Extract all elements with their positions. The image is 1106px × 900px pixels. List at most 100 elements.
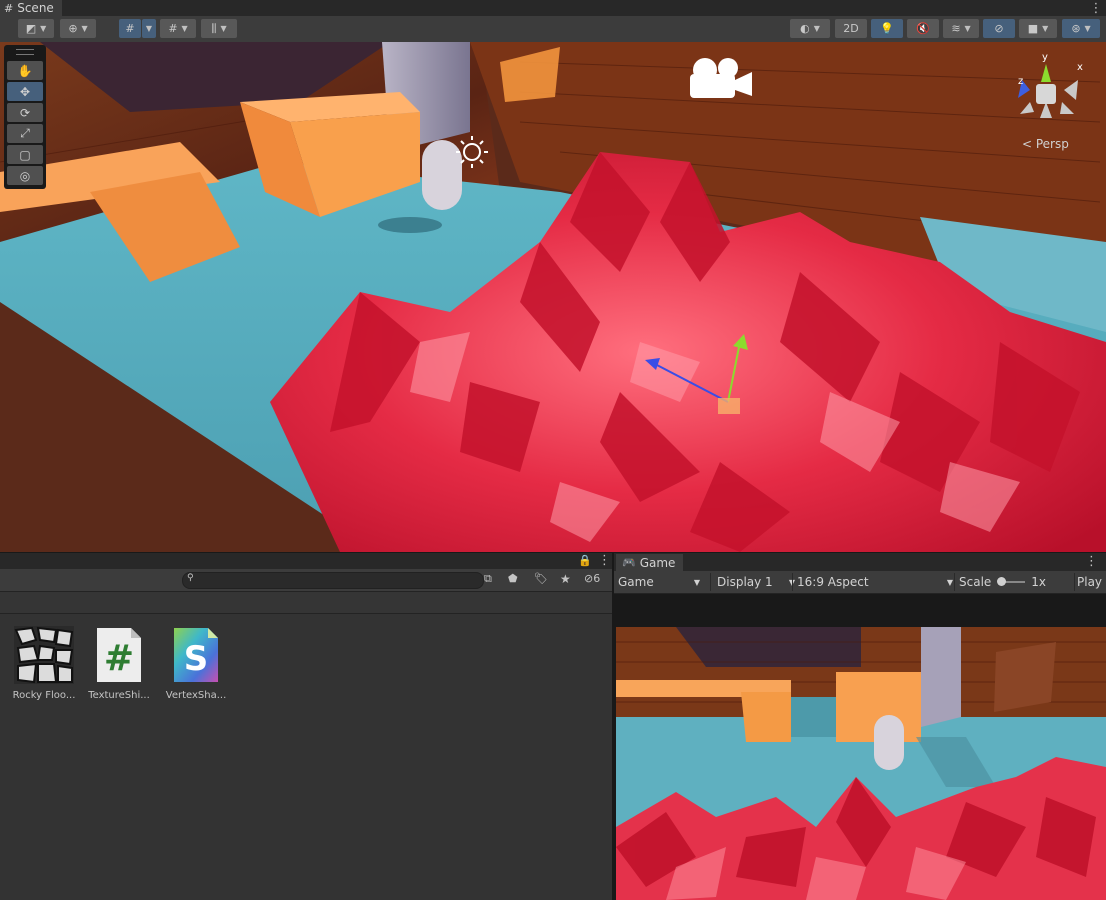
hidden-count: 6: [593, 572, 601, 585]
gizmo-axis-y-label: y: [1042, 52, 1048, 63]
game-panel: 🎮 Game ⋮ Game ▼ Display 1 ▼ 16:9 Aspect …: [614, 553, 1106, 900]
scale-value: 1x: [1031, 575, 1047, 589]
hand-icon: ✋: [17, 63, 33, 78]
sphere-icon: ◐: [800, 22, 810, 35]
project-tab-bar: 🔒 ⋮: [0, 553, 612, 569]
persp-label[interactable]: < Persp: [1022, 137, 1069, 151]
audio-toggle-button[interactable]: 🔇: [907, 19, 939, 38]
shading-mode-icon: ◩: [25, 22, 37, 35]
lock-icon[interactable]: 🔒: [578, 554, 592, 567]
gizmo-axis-x-label: x: [1077, 62, 1083, 73]
chevron-down-icon: ▼: [181, 24, 188, 33]
move-icon: ✥: [19, 84, 31, 99]
increment-snap-button[interactable]: ⫼ ▼: [201, 19, 237, 38]
search-by-type-icon[interactable]: ⧉: [484, 572, 492, 586]
game-toolbar: Game ▼ Display 1 ▼ 16:9 Aspect ▼ Scale 1…: [614, 571, 1106, 594]
draw-mode-button[interactable]: ◩ ▼: [18, 19, 54, 38]
chevron-down-icon: ▼: [1042, 24, 1049, 33]
rect-icon: ▢: [19, 147, 31, 162]
lightbulb-icon: 💡: [880, 22, 894, 35]
game-tab-bar: 🎮 Game ⋮: [614, 553, 1106, 571]
game-mode-value: Game: [618, 575, 654, 589]
chevron-down-icon: ▼: [1084, 24, 1091, 33]
breadcrumb: [0, 592, 612, 614]
scale-tool-button[interactable]: ⤢: [7, 124, 43, 143]
more-options-icon[interactable]: ⋮: [1090, 0, 1103, 16]
lighting-toggle-button[interactable]: 💡: [871, 19, 903, 38]
hidden-packages-button[interactable]: ⊘6: [584, 572, 600, 585]
globe-icon: ⊕: [68, 22, 78, 35]
toggle-2d-button[interactable]: 2D: [835, 19, 867, 38]
global-local-button[interactable]: ⊕ ▼: [60, 19, 96, 38]
asset-label: VertexSha...: [165, 690, 227, 701]
layers-icon: ≋: [951, 22, 961, 35]
project-panel: 🔒 ⋮ ⚲ ⧉ ⬟ 🏷 ★ ⊘6 Rocky Floo... # Texture…: [0, 553, 612, 900]
tab-game[interactable]: 🎮 Game: [616, 554, 684, 571]
more-options-icon[interactable]: ⋮: [1085, 554, 1098, 569]
transform-icon: ◎: [19, 168, 31, 183]
asset-item[interactable]: S VertexSha...: [156, 626, 236, 701]
gizmos-button[interactable]: ⊛ ▼: [1062, 19, 1100, 38]
grid-snap-button[interactable]: #: [119, 19, 141, 38]
csharp-script-icon: #: [89, 626, 149, 684]
game-viewport[interactable]: [616, 627, 1106, 900]
asset-item[interactable]: # TextureShi...: [79, 626, 159, 701]
chevron-down-icon: ▼: [693, 577, 700, 587]
display-value: Display 1: [717, 575, 773, 589]
texture-thumbnail: [14, 626, 74, 684]
search-input[interactable]: ⚲: [182, 572, 484, 589]
scene-render: y x z: [0, 42, 1106, 552]
eye-crossed-icon: ⊘: [584, 572, 594, 585]
play-label: Play: [1077, 575, 1103, 589]
transform-tool-button[interactable]: ◎: [7, 166, 43, 185]
scale-label: Scale: [959, 575, 992, 589]
chevron-down-icon: ▼: [946, 577, 953, 587]
palette-drag-handle[interactable]: [16, 49, 34, 55]
script-glyph: #: [104, 638, 134, 679]
rotate-icon: ⟳: [19, 105, 31, 120]
scene-tab-bar: # Scene ⋮: [0, 0, 1106, 16]
scene-toolbar: ◩ ▼ ⊕ ▼ # ▼ # ▼ ⫼ ▼ ◐ ▼ 2D 💡 🔇 ≋ ▼ ⊘ ■ ▼ ⊛ ▼: [0, 16, 1106, 43]
more-options-icon[interactable]: ⋮: [598, 553, 611, 568]
chevron-down-icon: ▼: [40, 24, 47, 33]
gizmo-icon: ⊛: [1071, 22, 1081, 35]
scene-visibility-button[interactable]: ⊘: [983, 19, 1015, 38]
star-icon[interactable]: ★: [560, 572, 571, 586]
tab-scene[interactable]: # Scene: [0, 0, 62, 16]
grid-visibility-button[interactable]: # ▼: [160, 19, 196, 38]
eye-crossed-icon: ⊘: [994, 22, 1004, 35]
chevron-down-icon: ▼: [145, 24, 153, 33]
chevron-down-icon: ▼: [220, 24, 227, 33]
shading-button[interactable]: ◐ ▼: [790, 19, 830, 38]
scene-viewport[interactable]: y x z: [0, 42, 1106, 552]
search-icon: ⚲: [187, 573, 194, 583]
shader-icon: S: [166, 626, 226, 684]
hand-tool-button[interactable]: ✋: [7, 61, 43, 80]
aspect-value: 16:9 Aspect: [797, 575, 869, 589]
asset-label: TextureShi...: [88, 690, 150, 701]
rect-tool-button[interactable]: ▢: [7, 145, 43, 164]
scene-camera-button[interactable]: ■ ▼: [1019, 19, 1057, 38]
scale-control: Scale 1x: [954, 573, 1079, 591]
label-tag-icon[interactable]: 🏷: [534, 572, 548, 585]
scale-slider[interactable]: [997, 577, 1026, 586]
move-tool-button[interactable]: ✥: [7, 82, 43, 101]
scale-icon: ⤢: [20, 126, 30, 140]
ruler-icon: ⫼: [211, 21, 217, 35]
asset-grid: Rocky Floo... # TextureShi... S VertexSh…: [0, 614, 612, 900]
tools-palette: ✋ ✥ ⟳ ⤢ ▢ ◎: [4, 45, 46, 189]
game-tab-label: Game: [639, 555, 676, 570]
asset-item[interactable]: Rocky Floo...: [4, 626, 84, 701]
play-focused-button[interactable]: Play: [1074, 573, 1106, 591]
filter-type-icon[interactable]: ⬟: [508, 572, 518, 585]
rotate-tool-button[interactable]: ⟳: [7, 103, 43, 122]
grid-snap-dropdown[interactable]: ▼: [142, 19, 156, 38]
aspect-dropdown[interactable]: 16:9 Aspect ▼: [792, 573, 957, 591]
toggle-2d-label: 2D: [843, 22, 859, 35]
effects-button[interactable]: ≋ ▼: [943, 19, 979, 38]
chevron-down-icon: ▼: [964, 24, 971, 33]
game-mode-dropdown[interactable]: Game ▼: [618, 573, 704, 591]
scale-slider-thumb[interactable]: [997, 577, 1007, 586]
scene-tab-label: Scene: [17, 1, 54, 15]
display-dropdown[interactable]: Display 1 ▼: [710, 573, 799, 591]
